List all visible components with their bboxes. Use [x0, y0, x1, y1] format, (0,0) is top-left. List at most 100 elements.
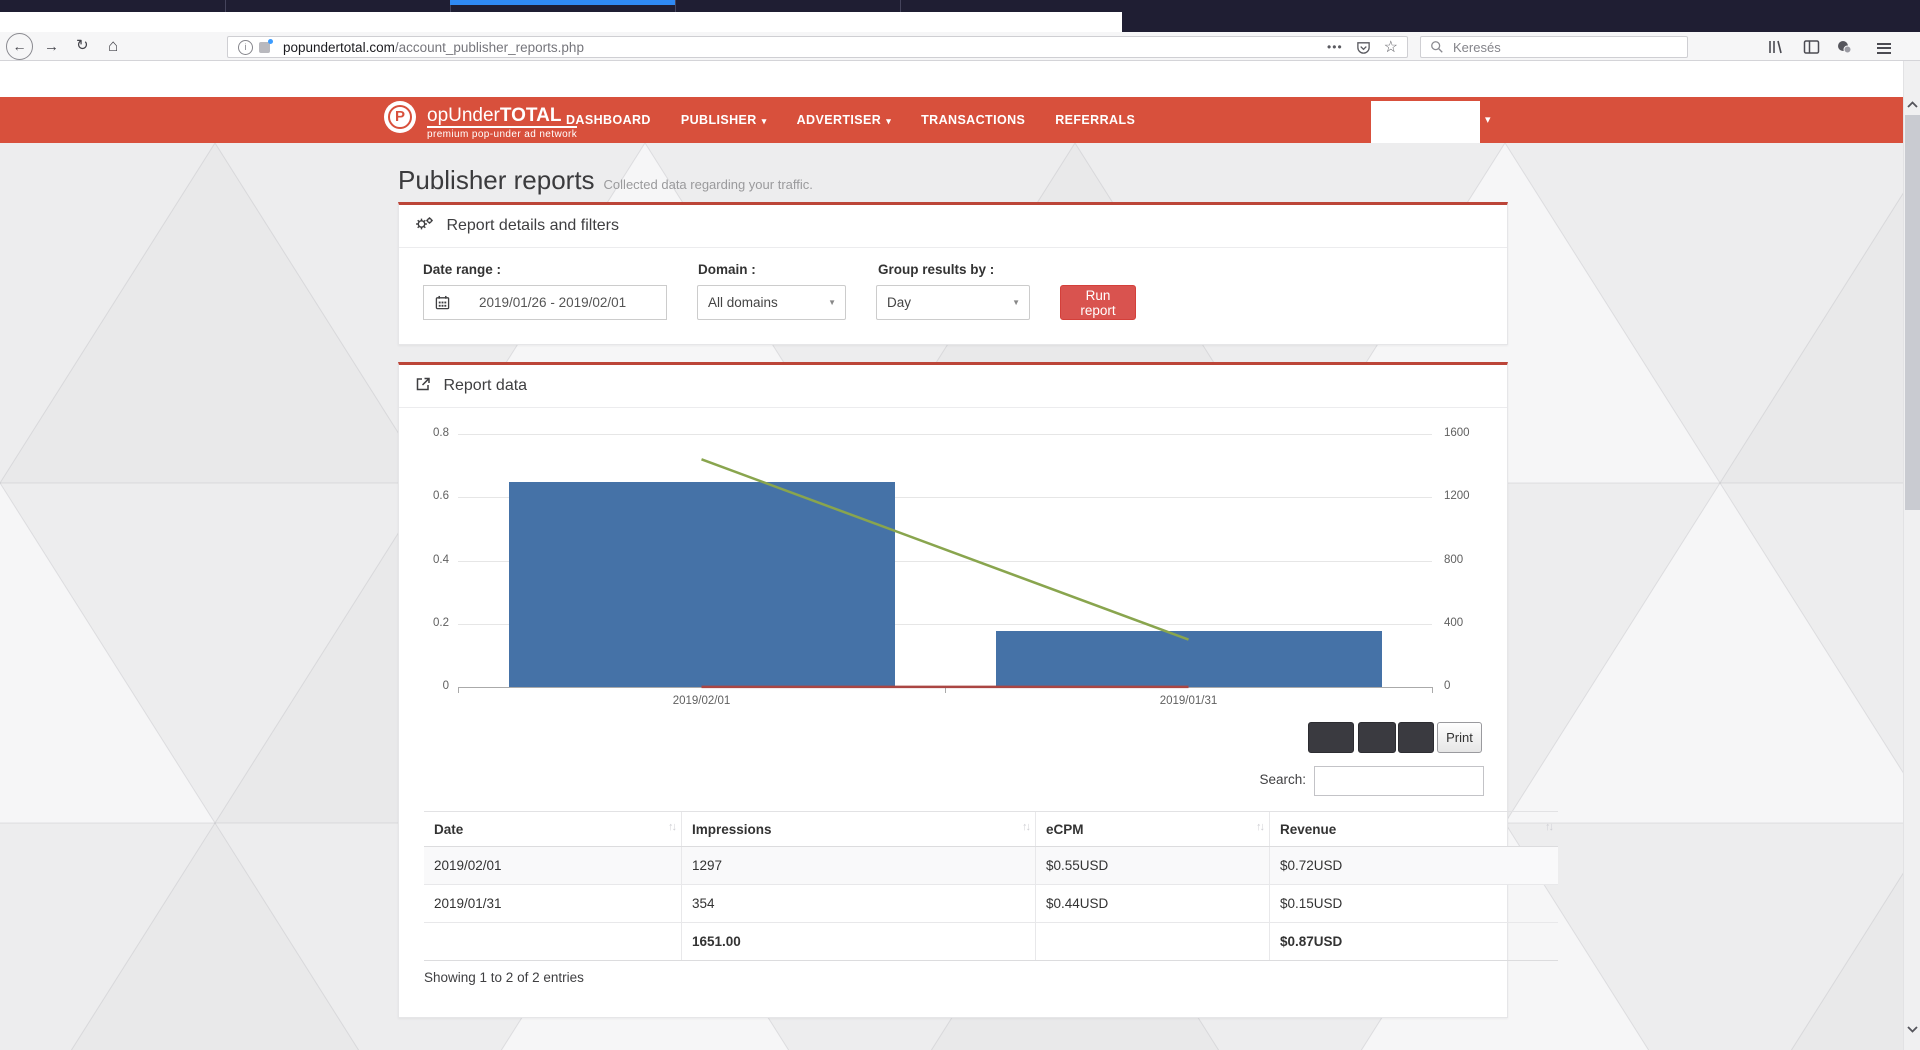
table-search-input[interactable] [1314, 766, 1484, 796]
table-cell: 354 [682, 885, 1036, 923]
gridline [458, 434, 1432, 435]
table-cell: 2019/01/31 [424, 885, 682, 923]
nav-menu: DASHBOARD PUBLISHER▾ ADVERTISER▾ TRANSACTIO… [566, 97, 1135, 143]
browser-search[interactable] [1420, 36, 1688, 58]
titlebar-overlap-area [0, 12, 1122, 32]
scroll-down-icon[interactable] [1904, 1023, 1920, 1035]
run-report-button[interactable]: Run report [1060, 285, 1136, 320]
right-axis-label: 0 [1444, 680, 1488, 692]
report-table: Date↑↓Impressions↑↓eCPM↑↓Revenue↑↓ 2019/… [424, 811, 1558, 961]
home-icon: ⌂ [108, 36, 118, 55]
pocket-icon[interactable] [1356, 40, 1371, 55]
table-summary: Showing 1 to 2 of 2 entries [424, 970, 584, 985]
table-cell: 1297 [682, 847, 1036, 885]
domain-select[interactable]: All domains▼ [697, 285, 846, 320]
table-footer-row: 1651.00$0.87USD [424, 923, 1558, 961]
menu-button[interactable] [1877, 40, 1891, 56]
bar-2019/02/01 [509, 482, 895, 687]
tab-separator [675, 0, 676, 12]
user-menu-caret-icon[interactable]: ▾ [1485, 113, 1491, 126]
nav-item-referrals[interactable]: REFERRALS [1055, 113, 1135, 127]
x-axis-label: 2019/01/31 [1124, 695, 1254, 707]
export-button-2[interactable] [1358, 722, 1396, 753]
group-by-select[interactable]: Day▼ [876, 285, 1030, 320]
scrollbar-thumb[interactable] [1905, 115, 1920, 510]
table-footer-cell [1036, 923, 1270, 961]
bookmark-star-icon[interactable]: ☆ [1384, 37, 1398, 57]
chevron-down-icon: ▾ [886, 116, 891, 126]
tab-5[interactable] [900, 0, 1125, 12]
library-button[interactable] [1768, 39, 1785, 58]
right-axis-label: 1200 [1444, 490, 1488, 502]
browser-toolbar: ← → ↻ ⌂ i popundertotal.com/account_publ… [0, 32, 1920, 61]
screen: ∞ × ← → ↻ ⌂ i popundertotal.com/account_… [0, 0, 1920, 1050]
search-icon [1430, 40, 1444, 54]
sidebar-button[interactable] [1803, 39, 1820, 58]
report-card: Report data 000.24000.48000.612000.81600… [398, 362, 1508, 1018]
tab-2[interactable] [225, 0, 450, 12]
back-button[interactable]: ← [6, 33, 33, 60]
print-button[interactable]: Print [1437, 722, 1482, 753]
brand-logo-icon[interactable]: P [384, 101, 416, 133]
account-button[interactable] [1835, 39, 1853, 58]
site-navbar: P opUnderTOTAL premium pop-under ad netw… [0, 97, 1903, 143]
user-menu[interactable] [1371, 101, 1480, 143]
column-header-date[interactable]: Date↑↓ [424, 812, 682, 847]
nav-item-advertiser[interactable]: ADVERTISER▾ [797, 113, 892, 127]
page-subtitle: Collected data regarding your traffic. [604, 177, 813, 192]
home-button[interactable]: ⌂ [108, 38, 118, 53]
right-axis-label: 800 [1444, 554, 1488, 566]
hamburger-icon [1877, 43, 1891, 45]
column-header-impressions[interactable]: Impressions↑↓ [682, 812, 1036, 847]
library-icon [1768, 39, 1785, 55]
filters-card-header: Report details and filters [399, 205, 1507, 248]
tab-bar[interactable] [0, 0, 1122, 12]
left-axis-label: 0.6 [405, 490, 449, 502]
sidebar-icon [1803, 39, 1820, 55]
export-button-3[interactable] [1398, 722, 1434, 753]
column-header-ecpm[interactable]: eCPM↑↓ [1036, 812, 1270, 847]
site-info-icon[interactable]: i [238, 40, 253, 55]
browser-search-input[interactable] [1451, 39, 1687, 56]
forward-button[interactable]: → [44, 39, 59, 54]
tab-separator [900, 0, 901, 12]
report-chart: 000.24000.48000.612000.816002019/02/0120… [399, 365, 1509, 765]
reload-button[interactable]: ↻ [76, 38, 89, 53]
table-cell: $0.72USD [1270, 847, 1559, 885]
table-cell: $0.15USD [1270, 885, 1559, 923]
column-header-revenue[interactable]: Revenue↑↓ [1270, 812, 1559, 847]
bar-2019/01/31 [996, 631, 1382, 687]
reload-icon: ↻ [76, 37, 89, 54]
chevron-down-icon: ▼ [1012, 298, 1020, 307]
table-footer-cell: 1651.00 [682, 923, 1036, 961]
brand-tagline: premium pop-under ad network [427, 129, 577, 140]
chevron-down-icon: ▼ [828, 298, 836, 307]
scrollbar[interactable] [1903, 61, 1920, 1050]
date-range-input[interactable]: 2019/01/26 - 2019/02/01 [460, 285, 667, 320]
table-search-label: Search: [1229, 772, 1306, 787]
table-cell: 2019/02/01 [424, 847, 682, 885]
sort-icon[interactable]: ↑↓ [1545, 821, 1552, 833]
sort-icon[interactable]: ↑↓ [668, 821, 675, 833]
chevron-down-icon: ▾ [762, 116, 767, 126]
url-bar[interactable]: i popundertotal.com/account_publisher_re… [227, 36, 1408, 58]
tab-1[interactable] [0, 0, 225, 12]
titlebar: ∞ × [1122, 0, 1920, 32]
nav-item-dashboard[interactable]: DASHBOARD [566, 113, 651, 127]
table-cell: $0.44USD [1036, 885, 1270, 923]
export-button-1[interactable] [1308, 722, 1354, 753]
page-favicon-icon [259, 42, 270, 53]
page-top-whitespace [0, 61, 1903, 97]
brand-wordmark[interactable]: opUnderTOTAL premium pop-under ad networ… [427, 106, 577, 140]
nav-item-publisher[interactable]: PUBLISHER▾ [681, 113, 767, 127]
sort-icon[interactable]: ↑↓ [1022, 821, 1029, 833]
calendar-addon[interactable] [423, 285, 461, 320]
tab-4[interactable] [675, 0, 900, 12]
page-actions-icon[interactable]: ••• [1327, 40, 1343, 54]
sort-icon[interactable]: ↑↓ [1256, 821, 1263, 833]
tab-separator [225, 0, 226, 12]
x-axis-label: 2019/02/01 [637, 695, 767, 707]
table-row: 2019/02/011297$0.55USD$0.72USD [424, 847, 1558, 885]
scroll-up-icon[interactable] [1904, 99, 1920, 111]
nav-item-transactions[interactable]: TRANSACTIONS [921, 113, 1025, 127]
